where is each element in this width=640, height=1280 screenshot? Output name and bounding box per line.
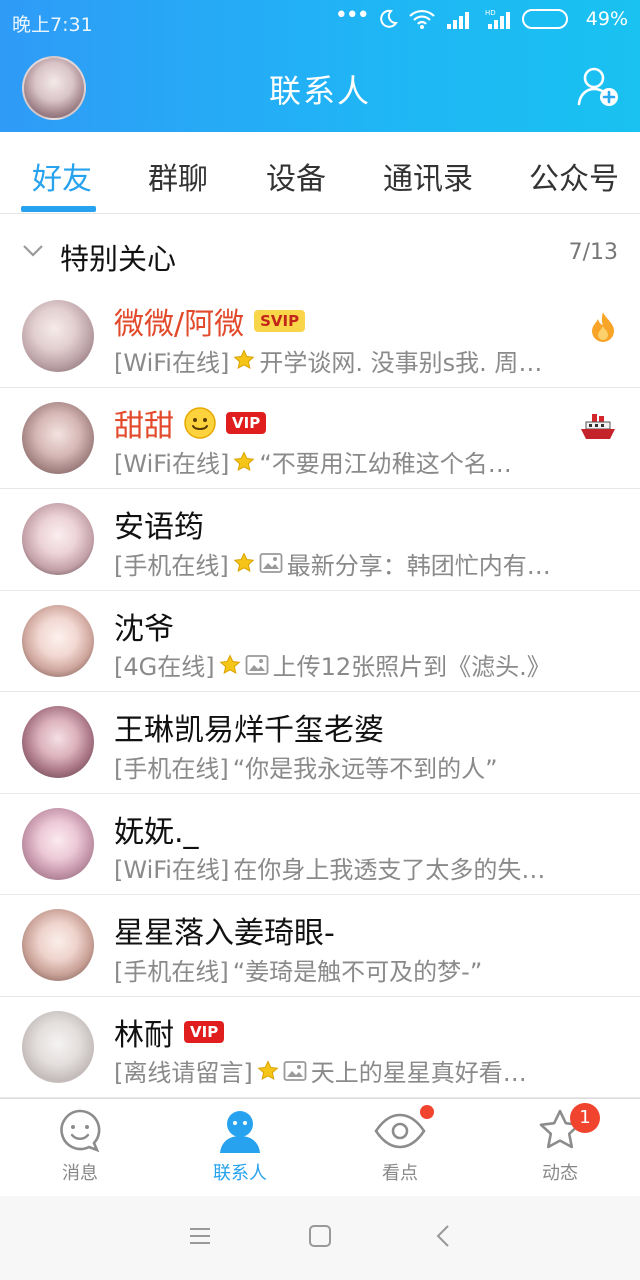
app-header: 晚上7:31 ••• HD 49% 联系人 — [0, 0, 640, 132]
contact-row[interactable]: 林耐 VIP [离线请留言] 天上的星星真好看… — [0, 996, 640, 1098]
nav-label: 消息 — [62, 1163, 98, 1184]
contact-row[interactable]: 王琳凯易烊千玺老婆 [手机在线] “你是我永远等不到的人” — [0, 692, 640, 794]
svg-text:HD: HD — [485, 9, 496, 17]
star-icon — [257, 1059, 279, 1080]
contact-signature: “不要用江幼稚这个名… — [259, 450, 512, 478]
tab-official-accounts[interactable]: 公众号 — [529, 154, 619, 198]
star-icon — [219, 653, 241, 674]
contact-row[interactable]: 沈爷 [4G在线] 上传12张照片到《滤头.》 — [0, 590, 640, 692]
image-icon — [259, 553, 283, 573]
more-dots-icon: ••• — [334, 2, 370, 28]
contact-name: 王琳凯易烊千玺老婆 — [114, 713, 384, 748]
contact-row[interactable]: 甜甜 VIP [WiFi在线] “不要用江幼稚这个名… — [0, 387, 640, 489]
active-tab-indicator — [21, 206, 96, 212]
contact-name: 星星落入姜琦眼- — [114, 916, 335, 951]
signal-icon — [446, 12, 469, 29]
contact-row[interactable]: 安语筠 [手机在线] 最新分享：韩团忙内有… — [0, 489, 640, 591]
online-status: [WiFi在线] — [114, 348, 230, 377]
tab-friends[interactable]: 好友 — [32, 154, 92, 198]
avatar — [22, 807, 94, 880]
ship-icon — [581, 413, 615, 439]
moon-icon — [379, 9, 398, 28]
status-icons: ••• HD 49% — [335, 3, 628, 31]
eye-icon — [374, 1113, 426, 1149]
online-status: [4G在线] — [114, 653, 215, 681]
contact-name: 妩妩._ — [114, 814, 199, 850]
image-icon — [245, 654, 268, 675]
contacts-icon — [220, 1111, 260, 1153]
chevron-down-icon — [23, 245, 43, 257]
group-header[interactable]: 特别关心 7/13 — [0, 214, 640, 294]
tab-groups[interactable]: 群聊 — [148, 154, 208, 198]
contact-row[interactable]: 星星落入姜琦眼- [手机在线] “姜琦是触不可及的梦-” — [0, 895, 640, 997]
online-status: [手机在线] — [114, 551, 229, 580]
title-bar: 联系人 — [0, 44, 640, 132]
contact-list: 微微/阿微 SVIP [WiFi在线] 开学谈网. 没事别s我. 周… 甜甜 V… — [0, 286, 640, 1098]
menu-icon[interactable] — [188, 1224, 212, 1248]
contact-name: 安语筠 — [114, 510, 204, 545]
online-status: [WiFi在线] — [114, 450, 230, 478]
contact-signature: “姜琦是触不可及的梦-” — [232, 957, 483, 986]
notification-dot — [420, 1105, 434, 1119]
back-icon[interactable] — [432, 1224, 456, 1248]
nav-messages[interactable]: 消息 — [20, 1107, 140, 1185]
nav-label: 联系人 — [213, 1163, 267, 1184]
contact-name: 沈爷 — [114, 611, 174, 647]
home-icon[interactable] — [308, 1224, 332, 1248]
contact-signature: 在你身上我透支了太多的失… — [233, 856, 546, 884]
notification-count: 1 — [570, 1103, 600, 1133]
contact-signature: 天上的星星真好看… — [310, 1059, 527, 1087]
hd-signal-icon: HD — [485, 9, 510, 29]
avatar — [22, 401, 94, 474]
contact-name: 甜甜 — [114, 408, 174, 444]
add-contact-icon[interactable] — [576, 64, 620, 108]
tab-address-book[interactable]: 通讯录 — [383, 154, 473, 198]
nav-label: 动态 — [542, 1163, 578, 1184]
online-status: [手机在线] — [114, 957, 229, 986]
nav-discover[interactable]: 看点 — [340, 1105, 460, 1185]
contact-name: 微微/阿微 — [114, 307, 245, 342]
online-status: [离线请留言] — [114, 1059, 253, 1087]
group-title: 特别关心 — [60, 242, 177, 276]
nav-label: 看点 — [382, 1163, 418, 1184]
avatar — [22, 300, 94, 372]
tab-devices[interactable]: 设备 — [266, 154, 326, 198]
star-icon — [233, 349, 255, 369]
image-icon — [283, 1060, 307, 1081]
battery-icon — [521, 9, 568, 29]
avatar — [22, 604, 94, 677]
online-status: [手机在线] — [114, 754, 229, 783]
avatar — [22, 706, 94, 778]
system-nav-bar — [0, 1196, 640, 1280]
status-time: 晚上7:31 — [12, 14, 93, 36]
contact-row[interactable]: 妩妩._ [WiFi在线] 在你身上我透支了太多的失… — [0, 793, 640, 895]
contact-signature: 开学谈网. 没事别s我. 周… — [259, 348, 543, 377]
contact-signature: “你是我永远等不到的人” — [232, 754, 498, 783]
contact-signature: 最新分享：韩团忙内有… — [286, 551, 551, 580]
fire-icon — [592, 312, 614, 342]
smile-emoji-icon — [184, 406, 216, 439]
star-icon — [233, 552, 255, 572]
online-status: [WiFi在线] — [114, 856, 230, 884]
contact-name: 林耐 — [114, 1017, 174, 1053]
battery-percent: 49% — [585, 8, 628, 30]
status-bar: 晚上7:31 ••• HD 49% — [0, 0, 640, 44]
vip-badge: VIP — [226, 411, 267, 434]
contact-signature: 上传12张照片到《滤头.》 — [272, 653, 551, 681]
contact-row[interactable]: 微微/阿微 SVIP [WiFi在线] 开学谈网. 没事别s我. 周… — [0, 286, 640, 388]
vip-badge: VIP — [184, 1020, 225, 1043]
avatar — [22, 503, 94, 575]
wifi-icon — [408, 9, 435, 29]
contact-tabs: 好友 群聊 设备 通讯录 公众号 — [0, 132, 640, 214]
avatar — [22, 909, 94, 981]
message-icon — [60, 1109, 101, 1153]
nav-contacts[interactable]: 联系人 — [180, 1107, 300, 1185]
nav-moments[interactable]: 1 动态 — [500, 1103, 620, 1185]
bottom-nav: 消息 联系人 看点 1 动态 — [0, 1098, 640, 1196]
page-title: 联系人 — [268, 72, 371, 110]
svip-badge: SVIP — [254, 310, 306, 332]
avatar — [22, 1010, 94, 1083]
group-count: 7/13 — [568, 240, 618, 265]
star-icon — [233, 450, 255, 471]
